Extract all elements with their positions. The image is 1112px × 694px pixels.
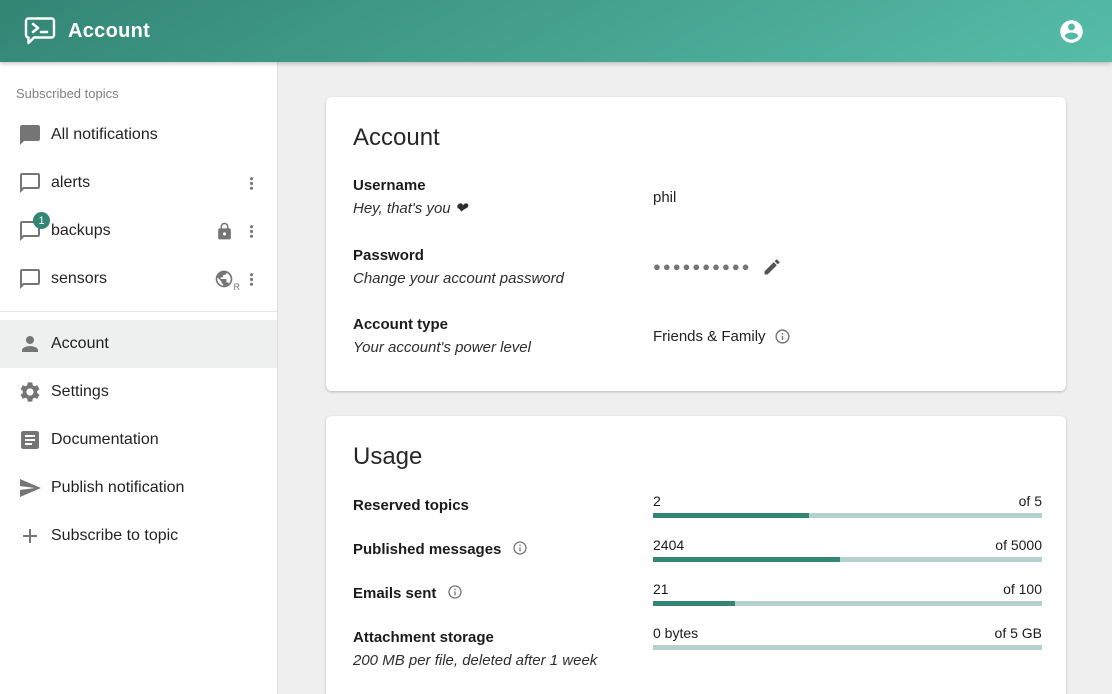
sidebar-item-label: backups bbox=[51, 222, 111, 240]
sidebar-item-label: All notifications bbox=[51, 126, 158, 144]
sidebar-item-label: Publish notification bbox=[51, 479, 184, 497]
sidebar-item-label: alerts bbox=[51, 174, 90, 192]
sidebar-item-label: Account bbox=[51, 335, 109, 353]
published-messages-label: Published messages bbox=[353, 541, 501, 558]
reserved-marker: R bbox=[234, 282, 241, 292]
sidebar-item-subscribe-to-topic[interactable]: Subscribe to topic bbox=[0, 512, 277, 560]
dots-vertical-icon bbox=[242, 270, 261, 289]
account-type-value: Friends & Family bbox=[653, 328, 766, 345]
main-content: Account Username Hey, that's you ❤ phil … bbox=[279, 62, 1112, 694]
pencil-icon bbox=[762, 257, 782, 277]
chat-bubble-outline-icon: 1 bbox=[18, 219, 42, 243]
sidebar-item-publish-notification[interactable]: Publish notification bbox=[0, 464, 277, 512]
usage-card-title: Usage bbox=[353, 443, 1042, 471]
sidebar-item-alerts[interactable]: alerts bbox=[0, 159, 277, 207]
sidebar-item-label: Documentation bbox=[51, 431, 159, 449]
sidebar-item-label: Subscribe to topic bbox=[51, 527, 178, 545]
account-circle-icon bbox=[1058, 18, 1085, 45]
password-row: Password Change your account password ●●… bbox=[353, 244, 1042, 291]
subscribed-topics-caption: Subscribed topics bbox=[16, 86, 261, 101]
account-avatar-button[interactable] bbox=[1051, 11, 1091, 51]
emails-sent-progressbar bbox=[653, 601, 1042, 606]
send-icon bbox=[18, 476, 42, 500]
sidebar-item-label: sensors bbox=[51, 270, 107, 288]
username-subtitle: Hey, that's you ❤ bbox=[353, 197, 653, 220]
reserved-topics-progressbar bbox=[653, 513, 1042, 518]
gear-icon bbox=[18, 380, 42, 404]
attachment-storage-label: Attachment storage bbox=[353, 626, 653, 649]
username-row: Username Hey, that's you ❤ phil bbox=[353, 174, 1042, 221]
person-icon bbox=[18, 332, 42, 356]
usage-card: Usage Reserved topics 2 of 5 Published m… bbox=[326, 416, 1066, 694]
published-messages-value: 2404 bbox=[653, 537, 684, 553]
reserved-topics-value: 2 bbox=[653, 493, 661, 509]
emails-sent-limit: of 100 bbox=[1003, 581, 1042, 597]
emails-sent-value: 21 bbox=[653, 581, 669, 597]
password-masked-value: ●●●●●●●●●● bbox=[653, 259, 752, 274]
account-card: Account Username Hey, that's you ❤ phil … bbox=[326, 97, 1066, 391]
published-messages-row: Published messages 2404 of 5000 bbox=[353, 537, 1042, 562]
attachment-storage-subtitle: 200 MB per file, deleted after 1 week bbox=[353, 649, 653, 672]
unread-count-badge: 1 bbox=[33, 212, 50, 229]
attachment-storage-value: 0 bytes bbox=[653, 625, 698, 641]
article-icon bbox=[18, 428, 42, 452]
emails-sent-row: Emails sent 21 of 100 bbox=[353, 581, 1042, 606]
password-label: Password bbox=[353, 244, 653, 267]
sidebar: Subscribed topics All notifications aler… bbox=[0, 62, 278, 694]
topic-menu-button[interactable] bbox=[242, 270, 261, 289]
attachment-storage-progressbar bbox=[653, 645, 1042, 650]
chat-bubble-filled-icon bbox=[18, 123, 42, 147]
account-card-title: Account bbox=[353, 124, 1042, 152]
username-label: Username bbox=[353, 174, 653, 197]
topic-menu-button[interactable] bbox=[242, 174, 261, 193]
edit-password-button[interactable] bbox=[762, 257, 782, 277]
lock-icon bbox=[215, 222, 234, 241]
sidebar-item-documentation[interactable]: Documentation bbox=[0, 416, 277, 464]
dots-vertical-icon bbox=[242, 174, 261, 193]
chat-bubble-outline-icon bbox=[18, 171, 42, 195]
dots-vertical-icon bbox=[242, 222, 261, 241]
published-messages-progressbar bbox=[653, 557, 1042, 562]
sidebar-item-account[interactable]: Account bbox=[0, 320, 277, 368]
plus-icon bbox=[18, 524, 42, 548]
sidebar-divider bbox=[0, 311, 277, 312]
account-type-subtitle: Your account's power level bbox=[353, 336, 653, 359]
app-header: Account bbox=[0, 0, 1112, 62]
info-icon[interactable] bbox=[447, 584, 463, 600]
page-title: Account bbox=[68, 20, 150, 43]
sidebar-item-label: Settings bbox=[51, 383, 109, 401]
global-reserved-icon: R bbox=[214, 269, 234, 289]
ntfy-logo-icon bbox=[24, 16, 56, 46]
info-icon[interactable] bbox=[774, 328, 791, 345]
account-type-row: Account type Your account's power level … bbox=[353, 313, 1042, 360]
emails-sent-label: Emails sent bbox=[353, 585, 436, 602]
info-icon[interactable] bbox=[512, 540, 528, 556]
sidebar-item-all-notifications[interactable]: All notifications bbox=[0, 111, 277, 159]
chat-bubble-outline-icon bbox=[18, 267, 42, 291]
attachment-storage-row: Attachment storage 200 MB per file, dele… bbox=[353, 625, 1042, 673]
published-messages-limit: of 5000 bbox=[995, 537, 1042, 553]
reserved-topics-row: Reserved topics 2 of 5 bbox=[353, 493, 1042, 518]
sidebar-item-settings[interactable]: Settings bbox=[0, 368, 277, 416]
password-subtitle: Change your account password bbox=[353, 267, 653, 290]
attachment-storage-limit: of 5 GB bbox=[995, 625, 1042, 641]
topic-menu-button[interactable] bbox=[242, 222, 261, 241]
reserved-topics-label: Reserved topics bbox=[353, 497, 469, 514]
sidebar-item-sensors[interactable]: sensors R bbox=[0, 255, 277, 303]
username-value: phil bbox=[653, 189, 676, 206]
sidebar-item-backups[interactable]: 1 backups bbox=[0, 207, 277, 255]
reserved-topics-limit: of 5 bbox=[1019, 493, 1042, 509]
account-type-label: Account type bbox=[353, 313, 653, 336]
